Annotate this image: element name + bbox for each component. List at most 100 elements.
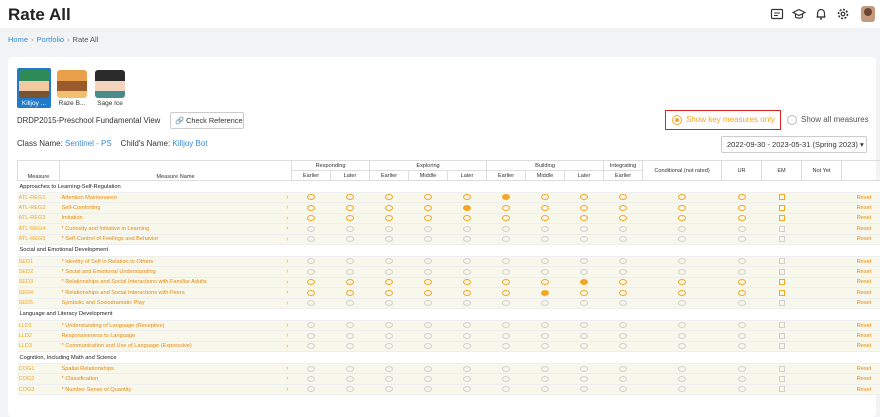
reset-link[interactable]: Reset [842,256,880,266]
breadcrumb-portfolio[interactable]: Portfolio [37,35,65,44]
rating-radio[interactable] [424,194,432,200]
rating-radio[interactable] [738,343,746,349]
rating-radio[interactable] [541,258,549,264]
em-checkbox[interactable] [779,300,785,306]
rating-radio[interactable] [463,376,471,382]
measure-name[interactable]: * Communication and Use of Language (Exp… [60,341,292,351]
rating-radio[interactable] [738,215,746,221]
rating-radio[interactable] [580,226,588,232]
rating-radio[interactable] [619,343,627,349]
rating-radio[interactable] [541,236,549,242]
rating-radio[interactable] [307,258,315,264]
measure-code[interactable]: ATL-REG1 [18,193,60,203]
em-checkbox[interactable] [779,215,785,221]
rating-radio[interactable] [424,236,432,242]
reset-link[interactable]: Reset [842,193,880,203]
graduation-cap-icon[interactable] [792,7,806,21]
rating-radio[interactable] [307,333,315,339]
rating-radio[interactable] [738,376,746,382]
rating-radio[interactable] [346,194,354,200]
measure-code[interactable]: SED4 [18,288,60,298]
all-measures-radio[interactable] [787,115,797,125]
all-measures-label[interactable]: Show all measures [801,115,869,124]
rating-radio[interactable] [678,386,686,392]
measure-name[interactable]: Self-Comforting [60,203,292,213]
rating-radio[interactable] [424,343,432,349]
em-checkbox[interactable] [779,386,785,392]
rating-radio[interactable] [385,215,393,221]
measure-code[interactable]: SED1 [18,256,60,266]
rating-radio[interactable] [424,333,432,339]
rating-radio[interactable] [502,333,510,339]
gear-icon[interactable] [836,7,850,21]
rating-radio[interactable] [738,333,746,339]
rating-radio[interactable] [307,322,315,328]
rating-radio[interactable] [307,215,315,221]
measure-name[interactable]: * Social and Emotional Understanding [60,267,292,277]
rating-radio[interactable] [502,269,510,275]
rating-radio[interactable] [463,300,471,306]
rating-radio[interactable] [678,343,686,349]
key-measures-radio[interactable] [672,115,682,125]
rating-radio[interactable] [307,343,315,349]
rating-radio[interactable] [580,258,588,264]
date-range-select[interactable]: 2022-09-30 - 2023-05-31 (Spring 2023) ▾ [721,136,867,153]
rating-radio[interactable] [424,376,432,382]
rating-radio[interactable] [385,226,393,232]
key-measures-label[interactable]: Show key measures only [686,115,775,124]
measure-code[interactable]: COG3 [18,384,60,394]
rating-radio[interactable] [385,279,393,285]
rating-radio[interactable] [346,300,354,306]
em-checkbox[interactable] [779,322,785,328]
rating-radio[interactable] [502,376,510,382]
rating-radio[interactable] [502,215,510,221]
measure-name[interactable]: Attention Maintenance [60,193,292,203]
rating-radio[interactable] [307,194,315,200]
rating-radio[interactable] [463,386,471,392]
rating-radio[interactable] [346,322,354,328]
rating-radio[interactable] [307,205,315,211]
rating-radio[interactable] [619,236,627,242]
rating-radio[interactable] [580,322,588,328]
rating-radio[interactable] [424,322,432,328]
rating-radio[interactable] [424,300,432,306]
rating-radio[interactable] [424,215,432,221]
rating-radio[interactable] [619,333,627,339]
rating-radio[interactable] [541,279,549,285]
reset-link[interactable]: Reset [842,213,880,223]
measure-name[interactable]: * Classification [60,374,292,384]
rating-radio[interactable] [678,215,686,221]
rating-radio[interactable] [619,376,627,382]
rating-radio[interactable] [580,343,588,349]
rating-radio[interactable] [463,258,471,264]
rating-radio[interactable] [502,279,510,285]
rating-radio[interactable] [385,258,393,264]
em-checkbox[interactable] [779,236,785,242]
measure-name[interactable]: Responsiveness to Language [60,331,292,341]
rating-radio[interactable] [385,290,393,296]
rating-radio[interactable] [385,194,393,200]
rating-radio[interactable] [541,194,549,200]
class-name-value[interactable]: Sentinel - PS [65,139,112,148]
rating-radio[interactable] [678,258,686,264]
rating-radio[interactable] [502,236,510,242]
rating-radio[interactable] [307,366,315,372]
rating-radio[interactable] [346,279,354,285]
rating-radio[interactable] [580,194,588,200]
rating-radio[interactable] [580,290,588,296]
rating-radio[interactable] [385,343,393,349]
rating-radio[interactable] [502,322,510,328]
rating-radio[interactable] [541,269,549,275]
rating-radio[interactable] [541,215,549,221]
rating-radio[interactable] [619,269,627,275]
em-checkbox[interactable] [779,279,785,285]
rating-radio[interactable] [502,194,510,200]
id-card-icon[interactable] [770,7,784,21]
rating-radio[interactable] [424,258,432,264]
rating-radio[interactable] [619,205,627,211]
rating-radio[interactable] [738,366,746,372]
measure-code[interactable]: SED5 [18,298,60,308]
bell-icon[interactable] [814,7,828,21]
rating-radio[interactable] [424,366,432,372]
measure-code[interactable]: ATL-REG4 [18,224,60,234]
